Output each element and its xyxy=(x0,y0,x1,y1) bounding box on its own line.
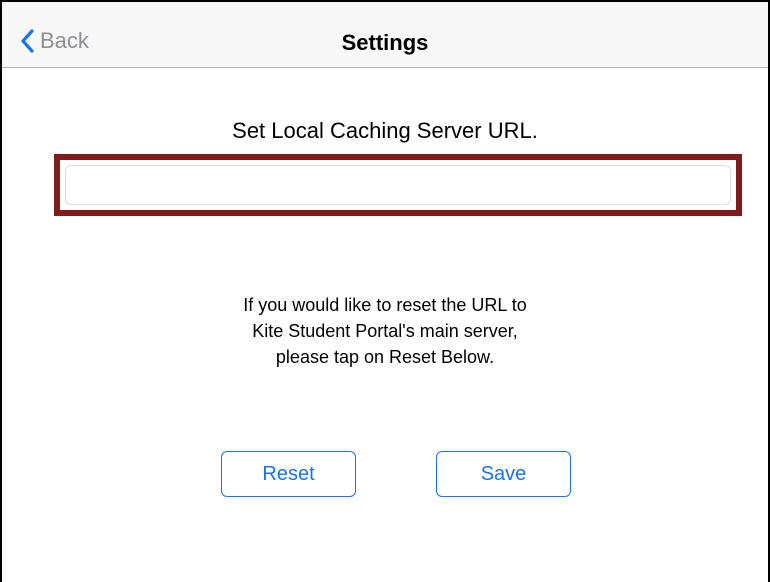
info-line-3: please tap on Reset Below. xyxy=(275,347,495,367)
page-title: Settings xyxy=(341,30,429,55)
server-url-input[interactable] xyxy=(65,165,731,205)
url-input-highlight xyxy=(54,154,742,216)
settings-screen: Back Settings Set Local Caching Server U… xyxy=(0,0,770,582)
info-line-1: If you would like to reset the URL to xyxy=(243,295,527,315)
reset-button[interactable]: Reset xyxy=(221,451,356,497)
info-line-2: Kite Student Portal's main server, xyxy=(252,321,518,341)
reset-info-text: If you would like to reset the URL to Ki… xyxy=(2,292,768,370)
navigation-bar: Back Settings xyxy=(2,2,768,68)
save-button[interactable]: Save xyxy=(436,451,571,497)
url-prompt-label: Set Local Caching Server URL. xyxy=(232,118,538,143)
